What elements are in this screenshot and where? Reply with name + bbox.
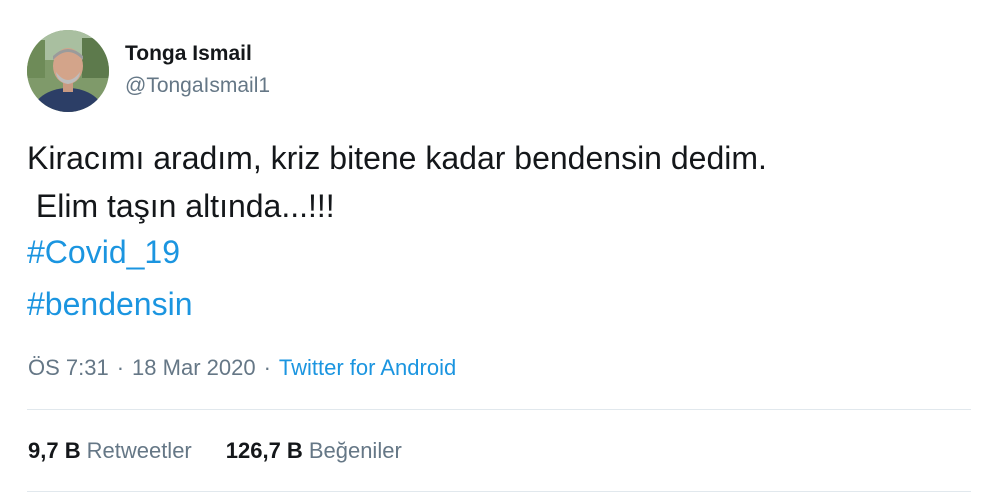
tweet-meta: ÖS 7:31 · 18 Mar 2020 · Twitter for Andr… <box>28 355 456 381</box>
divider <box>27 491 971 492</box>
meta-separator: · <box>116 355 125 380</box>
hashtag-link[interactable]: #Covid_19 <box>27 232 180 272</box>
meta-separator: · <box>263 355 271 380</box>
retweets-count: 9,7 B <box>28 438 81 463</box>
tweet-text-line: Elim taşın altında...!!! <box>27 188 335 224</box>
profile-photo-icon <box>27 30 109 112</box>
author-display-name[interactable]: Tonga Ismail <box>125 42 252 66</box>
hashtag-link[interactable]: #bendensin <box>27 284 192 324</box>
likes-count: 126,7 B <box>225 438 303 463</box>
likes-stat[interactable]: 126,7 B Beğeniler <box>226 438 402 464</box>
retweets-label: Retweetler <box>86 438 192 463</box>
tweet-stats: 9,7 B Retweetler 126,7 B Beğeniler <box>28 438 402 464</box>
divider <box>27 409 971 410</box>
retweets-stat[interactable]: 9,7 B Retweetler <box>28 438 192 464</box>
likes-label: Beğeniler <box>308 438 402 463</box>
author-username[interactable]: @TongaIsmail1 <box>125 74 270 98</box>
tweet-card: Tonga Ismail @TongaIsmail1 Kiracımı arad… <box>0 0 996 496</box>
tweet-time[interactable]: ÖS 7:31 <box>28 355 109 381</box>
tweet-source-link[interactable]: Twitter for Android <box>279 355 456 381</box>
tweet-date[interactable]: 18 Mar 2020 <box>132 355 256 381</box>
tweet-text-line: Kiracımı aradım, kriz bitene kadar bende… <box>27 140 767 176</box>
avatar[interactable] <box>27 30 109 112</box>
